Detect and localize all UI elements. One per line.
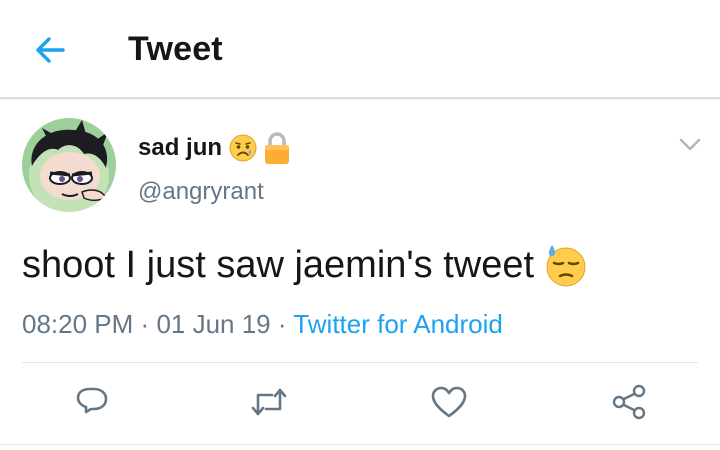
lock-icon: [265, 132, 290, 164]
meta-separator: ·: [140, 309, 150, 339]
avatar[interactable]: [22, 118, 116, 212]
retweet-icon: [251, 388, 287, 416]
retweet-button[interactable]: [247, 380, 291, 424]
top-app-bar: Tweet: [0, 0, 720, 99]
divider: [22, 362, 698, 363]
page-title: Tweet: [128, 30, 223, 68]
tweet-menu-button[interactable]: [678, 134, 702, 154]
tweet-text-body: shoot I just saw jaemin's tweet: [22, 243, 535, 286]
user-handle[interactable]: @angryrant: [138, 178, 264, 206]
back-button[interactable]: [30, 32, 70, 68]
like-icon: [431, 386, 467, 418]
sad-relieved-face-emoji: [229, 134, 257, 162]
reply-button[interactable]: [70, 380, 114, 424]
tweet-text: shoot I just saw jaemin's tweet: [22, 243, 588, 287]
downcast-face-with-sweat-emoji: [546, 245, 586, 287]
tweet-time: 08:20 PM: [22, 309, 134, 339]
tweet-actions: [0, 380, 720, 426]
tweet-meta: 08:20 PM · 01 Jun 19 · Twitter for Andro…: [22, 309, 503, 340]
share-icon: [612, 384, 646, 420]
arrow-left-icon: [36, 37, 65, 63]
meta-separator: ·: [277, 309, 287, 339]
bottom-divider: [0, 444, 720, 445]
reply-icon: [76, 387, 108, 414]
tweet-date: 01 Jun 19: [156, 309, 271, 339]
chevron-down-icon: [679, 138, 701, 151]
share-button[interactable]: [607, 380, 651, 424]
display-name[interactable]: sad jun: [138, 131, 290, 165]
tweet-source-link[interactable]: Twitter for Android: [293, 309, 503, 339]
display-name-text: sad jun: [138, 134, 223, 161]
like-button[interactable]: [427, 380, 471, 424]
